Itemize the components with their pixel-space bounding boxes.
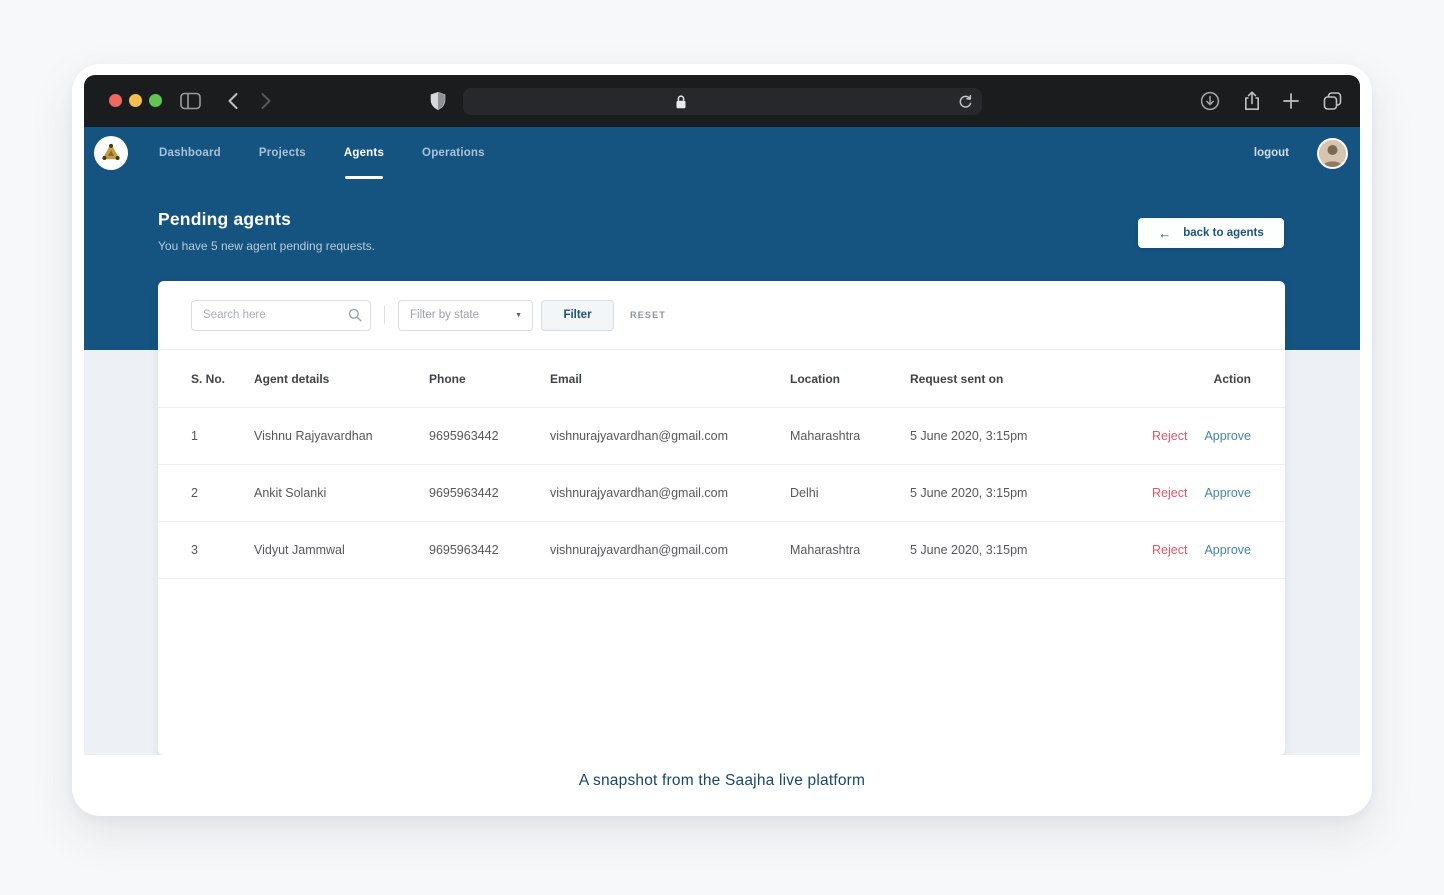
cell-location: Delhi <box>790 486 819 500</box>
cell-sno: 3 <box>191 543 198 557</box>
reject-link[interactable]: Reject <box>1152 429 1187 443</box>
browser-chrome-bar <box>84 75 1360 127</box>
saajha-logo-icon[interactable] <box>94 136 128 170</box>
nav-item-label: Projects <box>258 147 306 159</box>
window-controls <box>109 94 162 107</box>
cell-location: Maharashtra <box>790 429 861 443</box>
cell-sno: 2 <box>191 486 198 500</box>
col-header-request-sent-on: Request sent on <box>910 371 1004 386</box>
screenshot-caption: A snapshot from the Saajha live platform <box>578 772 866 789</box>
cell-email: vishnurajyavardhan@gmail.com <box>550 543 729 557</box>
filter-divider <box>384 306 385 324</box>
lock-icon <box>675 94 687 109</box>
cell-phone: 9695963442 <box>429 486 499 500</box>
nav-item-label: Dashboard <box>159 147 221 159</box>
nav-item-label: Agents <box>343 147 385 159</box>
back-to-agents-label: back to agents <box>1183 227 1264 239</box>
approve-link[interactable]: Approve <box>1204 429 1251 443</box>
logout-button[interactable]: logout <box>1254 147 1289 159</box>
cell-request-sent-on: 5 June 2020, 3:15pm <box>910 429 1028 443</box>
filter-button[interactable]: Filter <box>541 299 614 331</box>
zoom-window-button[interactable] <box>149 94 162 107</box>
reload-icon[interactable] <box>958 94 973 109</box>
nav-item[interactable]: Projects <box>259 127 306 179</box>
tab-overview-icon[interactable] <box>1322 91 1343 112</box>
reset-button[interactable]: RESET <box>630 310 666 320</box>
left-arrow-icon: ← <box>1158 225 1172 241</box>
table-row: 1 Vishnu Rajyavardhan 9695963442 vishnur… <box>158 408 1285 465</box>
cell-action: Reject Approve <box>1100 543 1251 557</box>
filter-bar: Filter by state ▼ Filter RESET <box>158 281 1285 350</box>
col-header-phone: Phone <box>429 371 466 386</box>
navbar-right: logout <box>1254 127 1348 179</box>
search-icon <box>348 308 362 322</box>
col-header-action: Action <box>1213 371 1251 386</box>
nav-item[interactable]: Agents <box>344 127 384 179</box>
table-header-row: S. No. Agent details Phone Email Locatio… <box>158 350 1285 408</box>
reject-link[interactable]: Reject <box>1152 486 1187 500</box>
share-icon[interactable] <box>1241 90 1263 112</box>
shield-icon[interactable] <box>429 91 447 111</box>
cell-agent-name: Vidyut Jammwal <box>254 543 345 557</box>
cell-agent-name: Vishnu Rajyavardhan <box>254 429 373 443</box>
col-header-agent-details: Agent details <box>254 371 330 386</box>
nav-items: Dashboard Projects Agents Operations <box>159 127 485 179</box>
cell-phone: 9695963442 <box>429 429 499 443</box>
page-background: { "colors": { "brand_blue": "#155380", "… <box>0 0 1444 895</box>
downloads-icon[interactable] <box>1200 91 1220 111</box>
forward-icon[interactable] <box>260 92 272 110</box>
user-avatar[interactable] <box>1317 137 1348 169</box>
search-box <box>191 299 371 331</box>
back-to-agents-button[interactable]: ← back to agents <box>1138 218 1284 248</box>
back-icon[interactable] <box>227 92 239 110</box>
new-tab-icon[interactable] <box>1282 92 1300 110</box>
cell-action: Reject Approve <box>1100 429 1251 443</box>
col-header-sno: S. No. <box>191 371 226 386</box>
state-filter-select[interactable]: Filter by state ▼ <box>398 299 533 331</box>
state-filter-value: Filter by state <box>410 309 480 321</box>
framed-screenshot-card: Dashboard Projects Agents Operations log… <box>72 64 1372 816</box>
minimize-window-button[interactable] <box>129 94 142 107</box>
table-body: 1 Vishnu Rajyavardhan 9695963442 vishnur… <box>158 408 1285 579</box>
cell-phone: 9695963442 <box>429 543 499 557</box>
col-header-location: Location <box>790 371 840 386</box>
cell-sno: 1 <box>191 429 198 443</box>
cell-request-sent-on: 5 June 2020, 3:15pm <box>910 543 1028 557</box>
active-tab-underline <box>344 176 383 179</box>
navbar: Dashboard Projects Agents Operations log… <box>84 127 1360 179</box>
nav-item[interactable]: Dashboard <box>159 127 221 179</box>
sidebar-toggle-icon[interactable] <box>180 92 201 110</box>
cell-request-sent-on: 5 June 2020, 3:15pm <box>910 486 1028 500</box>
cell-agent-name: Ankit Solanki <box>254 486 327 500</box>
nav-item[interactable]: Operations <box>422 127 485 179</box>
col-header-email: Email <box>550 371 583 386</box>
search-input[interactable] <box>191 299 371 331</box>
pending-agents-card: Filter by state ▼ Filter RESET S. No. Ag… <box>158 281 1285 755</box>
cell-email: vishnurajyavardhan@gmail.com <box>550 486 729 500</box>
approve-link[interactable]: Approve <box>1204 543 1251 557</box>
table-row: 2 Ankit Solanki 9695963442 vishnurajyava… <box>158 465 1285 522</box>
reject-link[interactable]: Reject <box>1152 543 1187 557</box>
table-row: 3 Vidyut Jammwal 9695963442 vishnurajyav… <box>158 522 1285 579</box>
cell-action: Reject Approve <box>1100 486 1251 500</box>
browser-window: Dashboard Projects Agents Operations log… <box>84 75 1360 755</box>
cell-location: Maharashtra <box>790 543 861 557</box>
cell-email: vishnurajyavardhan@gmail.com <box>550 429 729 443</box>
nav-item-label: Operations <box>422 147 485 159</box>
approve-link[interactable]: Approve <box>1204 486 1251 500</box>
close-window-button[interactable] <box>109 94 122 107</box>
chevron-down-icon: ▼ <box>515 311 522 319</box>
address-bar[interactable] <box>463 88 982 115</box>
